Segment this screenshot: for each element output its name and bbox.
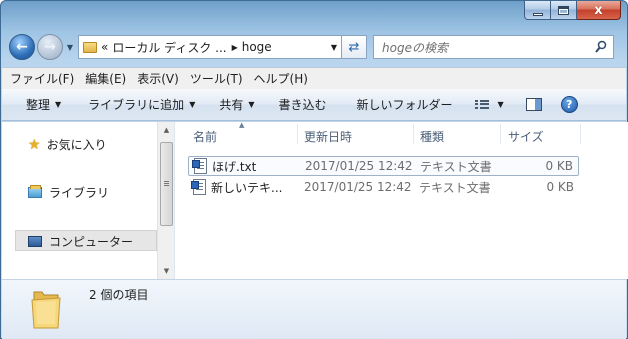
new-folder-button[interactable]: 新しいフォルダー <box>357 96 453 113</box>
file-size: 0 KB <box>545 159 573 173</box>
file-list: ▲ 名前 更新日時 種類 サイズ ほげ.txt 2017/01/25 12:42… <box>174 121 628 279</box>
menu-bar: ファイル(F) 編集(E) 表示(V) ツール(T) ヘルプ(H) <box>2 67 626 89</box>
column-divider[interactable] <box>500 124 501 144</box>
file-size: 0 KB <box>546 180 574 194</box>
chevron-down-icon: ▼ <box>189 100 196 109</box>
maximize-icon <box>558 5 569 15</box>
breadcrumb-arrow-icon[interactable]: ▶ <box>232 43 238 52</box>
organize-button[interactable]: 整理 ▼ <box>26 96 61 113</box>
organize-label: 整理 <box>26 98 51 112</box>
grip-icon <box>164 181 169 186</box>
scrollbar-thumb[interactable] <box>160 142 173 226</box>
minimize-icon <box>532 12 543 16</box>
back-arrow-icon: ← <box>16 39 28 55</box>
file-date: 2017/01/25 12:42 <box>304 180 412 194</box>
caption-buttons: x <box>524 1 621 21</box>
address-dropdown-icon[interactable]: ▼ <box>331 43 337 52</box>
chevron-down-icon: ▼ <box>66 42 74 52</box>
forward-button[interactable]: → <box>37 34 63 60</box>
burn-button[interactable]: 書き込む <box>279 96 327 113</box>
file-name: ほげ.txt <box>212 159 257 174</box>
column-header-date[interactable]: 更新日時 <box>304 128 352 145</box>
navigation-bar: ← → ▼ « ローカル ディスク ... ▶ hoge ▼ ⇄ hogeの検索 <box>9 33 621 61</box>
column-divider[interactable] <box>297 124 298 144</box>
share-label: 共有 <box>219 98 244 112</box>
add-to-library-button[interactable]: ライブラリに追加 ▼ <box>88 96 195 113</box>
nav-item-favorites[interactable]: ★ お気に入り <box>28 136 107 153</box>
chevron-down-icon: ▼ <box>497 100 504 109</box>
refresh-icon: ⇄ <box>348 39 360 55</box>
column-header-type[interactable]: 種類 <box>420 128 444 145</box>
search-icon[interactable] <box>595 40 607 53</box>
view-icon <box>474 99 489 110</box>
menu-tools[interactable]: ツール(T) <box>190 70 243 87</box>
close-button[interactable]: x <box>577 1 621 20</box>
file-type: テキスト文書 <box>420 159 492 174</box>
search-placeholder: hogeの検索 <box>382 40 448 55</box>
burn-label: 書き込む <box>278 98 327 112</box>
preview-pane-icon[interactable] <box>525 98 542 111</box>
scroll-up-icon[interactable]: ▲ <box>158 122 175 138</box>
close-icon: x <box>594 2 603 18</box>
window-frame: x ← → ▼ « ローカル ディスク ... ▶ hoge ▼ ⇄ hogeの… <box>0 0 628 339</box>
file-row[interactable]: 新しいテキ... 2017/01/25 12:42 テキスト文書 0 KB <box>188 177 579 197</box>
column-header-name[interactable]: 名前 <box>193 128 217 145</box>
chevron-down-icon: ▼ <box>55 100 62 109</box>
nav-item-favorites-label: お気に入り <box>46 138 107 152</box>
star-icon: ★ <box>28 136 41 153</box>
column-header-row: ▲ 名前 更新日時 種類 サイズ <box>175 121 585 147</box>
maximize-button[interactable] <box>551 1 577 20</box>
forward-arrow-icon: → <box>44 39 56 55</box>
file-name: 新しいテキ... <box>211 180 283 195</box>
new-folder-label: 新しいフォルダー <box>356 98 453 112</box>
address-overflow[interactable]: « <box>101 40 108 54</box>
navpane-scrollbar[interactable]: ▲ ▼ <box>157 122 174 279</box>
menu-edit[interactable]: 編集(E) <box>85 70 126 87</box>
address-segment-hoge[interactable]: hoge <box>242 40 272 54</box>
add-to-library-label: ライブラリに追加 <box>88 98 185 112</box>
folder-icon <box>31 291 61 329</box>
computer-icon <box>28 236 42 247</box>
details-pane: 2 個の項目 <box>2 279 626 339</box>
minimize-button[interactable] <box>524 1 551 20</box>
help-icon[interactable]: ? <box>560 96 578 113</box>
back-button[interactable]: ← <box>9 34 35 60</box>
menu-help[interactable]: ヘルプ(H) <box>254 70 308 87</box>
file-type: テキスト文書 <box>419 180 491 195</box>
change-view-button[interactable]: ▼ <box>474 99 504 110</box>
search-input[interactable]: hogeの検索 <box>373 35 614 59</box>
item-count: 2 個の項目 <box>89 288 149 302</box>
text-file-icon <box>192 158 207 174</box>
navigation-pane: ★ お気に入り ライブラリ コンピューター ▲ ▼ <box>2 122 174 279</box>
menu-file[interactable]: ファイル(F) <box>10 70 74 87</box>
library-icon <box>28 185 42 198</box>
address-bar[interactable]: « ローカル ディスク ... ▶ hoge ▼ <box>78 35 342 59</box>
nav-item-libraries-label: ライブラリ <box>49 186 110 200</box>
chevron-down-icon: ▼ <box>248 100 255 109</box>
scroll-down-icon[interactable]: ▼ <box>158 263 175 279</box>
refresh-button[interactable]: ⇄ <box>342 35 367 59</box>
nav-item-libraries[interactable]: ライブラリ <box>28 184 109 201</box>
recent-pages-button[interactable]: ▼ <box>64 43 76 52</box>
share-button[interactable]: 共有 ▼ <box>219 96 254 113</box>
column-header-size[interactable]: サイズ <box>508 128 544 145</box>
menu-view[interactable]: 表示(V) <box>137 70 179 87</box>
column-divider[interactable] <box>580 124 581 144</box>
sort-ascending-icon: ▲ <box>239 121 245 129</box>
address-segment-local-disk[interactable]: ローカル ディスク ... <box>112 39 226 56</box>
file-date: 2017/01/25 12:42 <box>305 159 413 173</box>
column-divider[interactable] <box>413 124 414 144</box>
text-file-icon <box>191 179 206 195</box>
command-bar: 整理 ▼ ライブラリに追加 ▼ 共有 ▼ 書き込む 新しいフォルダー ▼ ? <box>2 89 626 121</box>
nav-item-computer-label: コンピューター <box>49 235 134 249</box>
nav-item-computer[interactable]: コンピューター <box>28 233 133 250</box>
folder-icon <box>83 41 97 53</box>
file-row[interactable]: ほげ.txt 2017/01/25 12:42 テキスト文書 0 KB <box>188 156 579 176</box>
